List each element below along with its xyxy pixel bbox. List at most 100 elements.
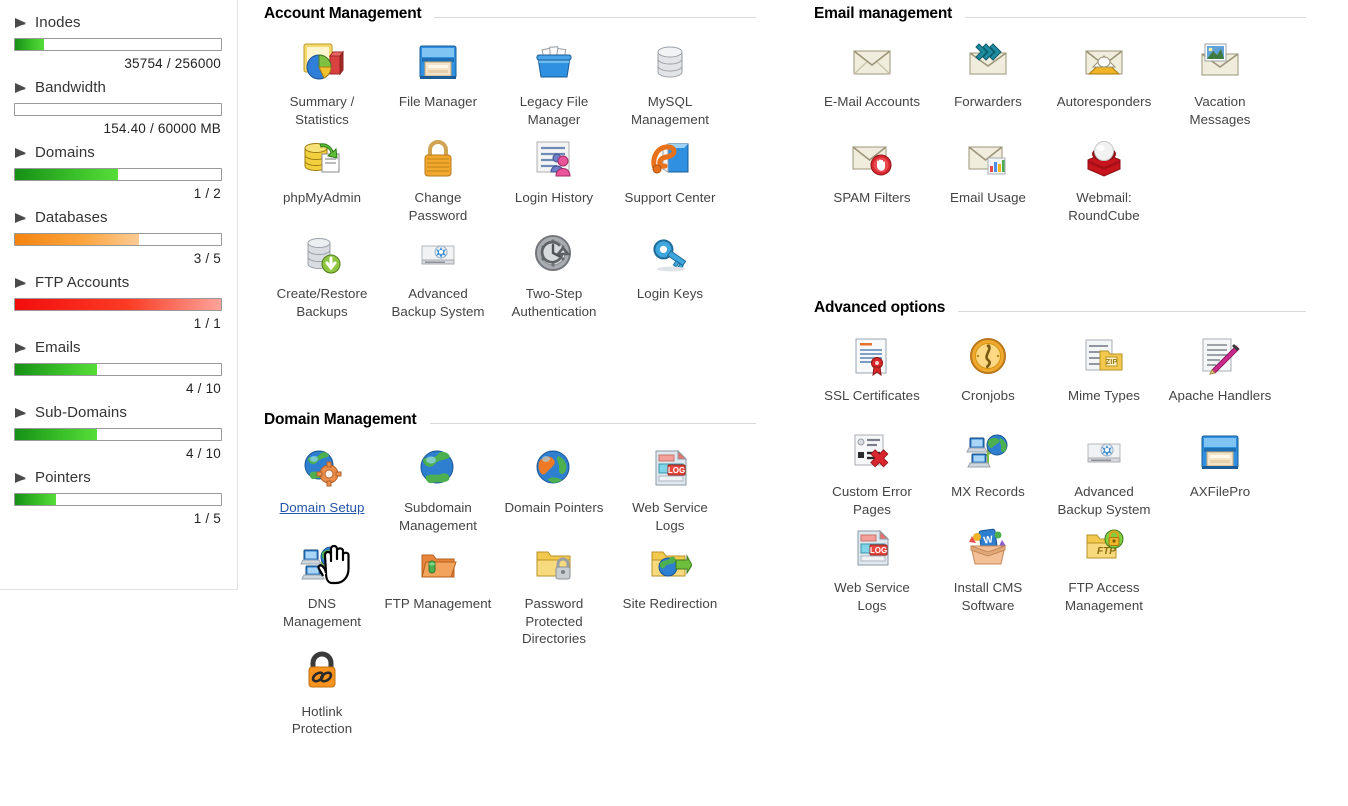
tool-label[interactable]: Apache Handlers (1169, 387, 1272, 405)
key-icon[interactable] (646, 230, 694, 278)
hotlink-padlock-icon[interactable] (298, 648, 346, 696)
stat-header[interactable]: Pointers (14, 469, 222, 486)
tool-label[interactable]: Web Service Logs (834, 579, 910, 614)
tool-ftp-management[interactable]: FTP Management (380, 540, 496, 648)
tool-label[interactable]: Login Keys (637, 285, 703, 303)
tool-label[interactable]: AXFilePro (1190, 483, 1250, 501)
login-history-list-icon[interactable] (530, 134, 578, 182)
tool-autoresponders[interactable]: Autoresponders (1046, 38, 1162, 134)
tool-site-redirection[interactable]: Site Redirection (612, 540, 728, 648)
tool-email-usage[interactable]: Email Usage (930, 134, 1046, 230)
tool-label[interactable]: Webmail: RoundCube (1068, 189, 1139, 224)
tool-label[interactable]: MX Records (951, 483, 1025, 501)
tool-label[interactable]: Advanced Backup System (391, 285, 484, 320)
stat-header[interactable]: Databases (14, 209, 222, 226)
globe-orange-icon[interactable] (530, 444, 578, 492)
tool-label[interactable]: Summary / Statistics (290, 93, 355, 128)
folder-redirect-icon[interactable] (646, 540, 694, 588)
tool-label[interactable]: MySQL Management (631, 93, 709, 128)
legacy-file-box-icon[interactable] (530, 38, 578, 86)
roundcube-icon[interactable] (1080, 134, 1128, 182)
tool-label[interactable]: Login History (515, 189, 593, 207)
tool-apache-handlers[interactable]: Apache Handlers (1162, 332, 1278, 428)
tool-mx-records[interactable]: MX Records (930, 428, 1046, 524)
folder-lock-icon[interactable] (530, 540, 578, 588)
stat-header[interactable]: Emails (14, 339, 222, 356)
tool-label[interactable]: Email Usage (950, 189, 1026, 207)
tool-ssl-certificates[interactable]: SSL Certificates (814, 332, 930, 428)
tool-e-mail-accounts[interactable]: E-Mail Accounts (814, 38, 930, 134)
tool-label[interactable]: Change Password (409, 189, 468, 224)
tool-label[interactable]: Custom Error Pages (832, 483, 912, 518)
envelope-chart-icon[interactable] (964, 134, 1012, 182)
tool-axfilepro[interactable]: AXFilePro (1162, 428, 1278, 524)
tool-web-service-logs[interactable]: LOG Web Service Logs (814, 524, 930, 620)
tool-label[interactable]: Forwarders (954, 93, 1022, 111)
tool-label[interactable]: Autoresponders (1057, 93, 1152, 111)
tool-label[interactable]: DNS Management (283, 595, 361, 630)
tool-mysql-management[interactable]: MySQL Management (612, 38, 728, 134)
tool-label[interactable]: FTP Access Management (1065, 579, 1143, 614)
tool-forwarders[interactable]: Forwarders (930, 38, 1046, 134)
tool-label[interactable]: E-Mail Accounts (824, 93, 920, 111)
database-cylinder-icon[interactable] (646, 38, 694, 86)
tool-phpmyadmin[interactable]: phpMyAdmin (264, 134, 380, 230)
statistics-chart-icon[interactable] (298, 38, 346, 86)
tool-install-cms-software[interactable]: W Install CMS Software (930, 524, 1046, 620)
tool-label[interactable]: Subdomain Management (399, 499, 477, 534)
tool-label[interactable]: Support Center (625, 189, 716, 207)
tool-label[interactable]: SPAM Filters (833, 189, 910, 207)
envelope-icon[interactable] (848, 38, 896, 86)
stat-header[interactable]: Domains (14, 144, 222, 161)
stat-header[interactable]: Inodes (14, 14, 222, 31)
file-manager-drawer-icon[interactable] (414, 38, 462, 86)
tool-custom-error-pages[interactable]: Custom Error Pages (814, 428, 930, 524)
tool-hotlink-protection[interactable]: Hotlink Protection (264, 648, 380, 744)
tool-vacation-messages[interactable]: Vacation Messages (1162, 38, 1278, 134)
tool-label[interactable]: Domain Setup (280, 499, 365, 517)
tool-label[interactable]: Create/Restore Backups (277, 285, 368, 320)
tool-advanced-backup-system[interactable]: Advanced Backup System (1046, 428, 1162, 524)
hard-drive-icon[interactable] (1080, 428, 1128, 476)
cms-box-icon[interactable]: W (964, 524, 1012, 572)
tool-file-manager[interactable]: File Manager (380, 38, 496, 134)
support-center-icon[interactable] (646, 134, 694, 182)
tool-dns-management[interactable]: DNS Management (264, 540, 380, 648)
tool-create-restore-backups[interactable]: Create/Restore Backups (264, 230, 380, 326)
log-document-icon[interactable]: LOG (646, 444, 694, 492)
tool-label[interactable]: phpMyAdmin (283, 189, 361, 207)
tool-label[interactable]: Password Protected Directories (522, 595, 586, 648)
dns-network-icon[interactable] (298, 540, 346, 588)
envelope-autoresponder-icon[interactable] (1080, 38, 1128, 86)
tool-spam-filters[interactable]: SPAM Filters (814, 134, 930, 230)
tool-webmail-roundcube[interactable]: Webmail: RoundCube (1046, 134, 1162, 230)
mime-zip-icon[interactable]: ZIP (1080, 332, 1128, 380)
tool-label[interactable]: Hotlink Protection (292, 703, 352, 738)
tool-domain-pointers[interactable]: Domain Pointers (496, 444, 612, 540)
log-document-icon[interactable]: LOG (848, 524, 896, 572)
tool-cronjobs[interactable]: Cronjobs (930, 332, 1046, 428)
tool-subdomain-management[interactable]: Subdomain Management (380, 444, 496, 540)
tool-web-service-logs[interactable]: LOG Web Service Logs (612, 444, 728, 540)
envelope-forward-icon[interactable] (964, 38, 1012, 86)
tool-support-center[interactable]: Support Center (612, 134, 728, 230)
tool-change-password[interactable]: Change Password (380, 134, 496, 230)
phpmyadmin-database-icon[interactable] (298, 134, 346, 182)
tool-label[interactable]: File Manager (399, 93, 477, 111)
tool-label[interactable]: Web Service Logs (632, 499, 708, 534)
tool-ftp-access-management[interactable]: FTP FTP Access Management (1046, 524, 1162, 620)
backup-download-icon[interactable] (298, 230, 346, 278)
two-step-dial-icon[interactable] (530, 230, 578, 278)
hard-drive-icon[interactable] (414, 230, 462, 278)
error-page-icon[interactable] (848, 428, 896, 476)
tool-label[interactable]: Two-Step Authentication (512, 285, 597, 320)
stat-header[interactable]: Bandwidth (14, 79, 222, 96)
tool-legacy-file-manager[interactable]: Legacy File Manager (496, 38, 612, 134)
stat-header[interactable]: Sub-Domains (14, 404, 222, 421)
file-manager-drawer-icon[interactable] (1196, 428, 1244, 476)
globe-gear-icon[interactable] (298, 444, 346, 492)
tool-label[interactable]: FTP Management (385, 595, 492, 613)
tool-label[interactable]: Cronjobs (961, 387, 1015, 405)
tool-label[interactable]: Vacation Messages (1189, 93, 1250, 128)
certificate-icon[interactable] (848, 332, 896, 380)
